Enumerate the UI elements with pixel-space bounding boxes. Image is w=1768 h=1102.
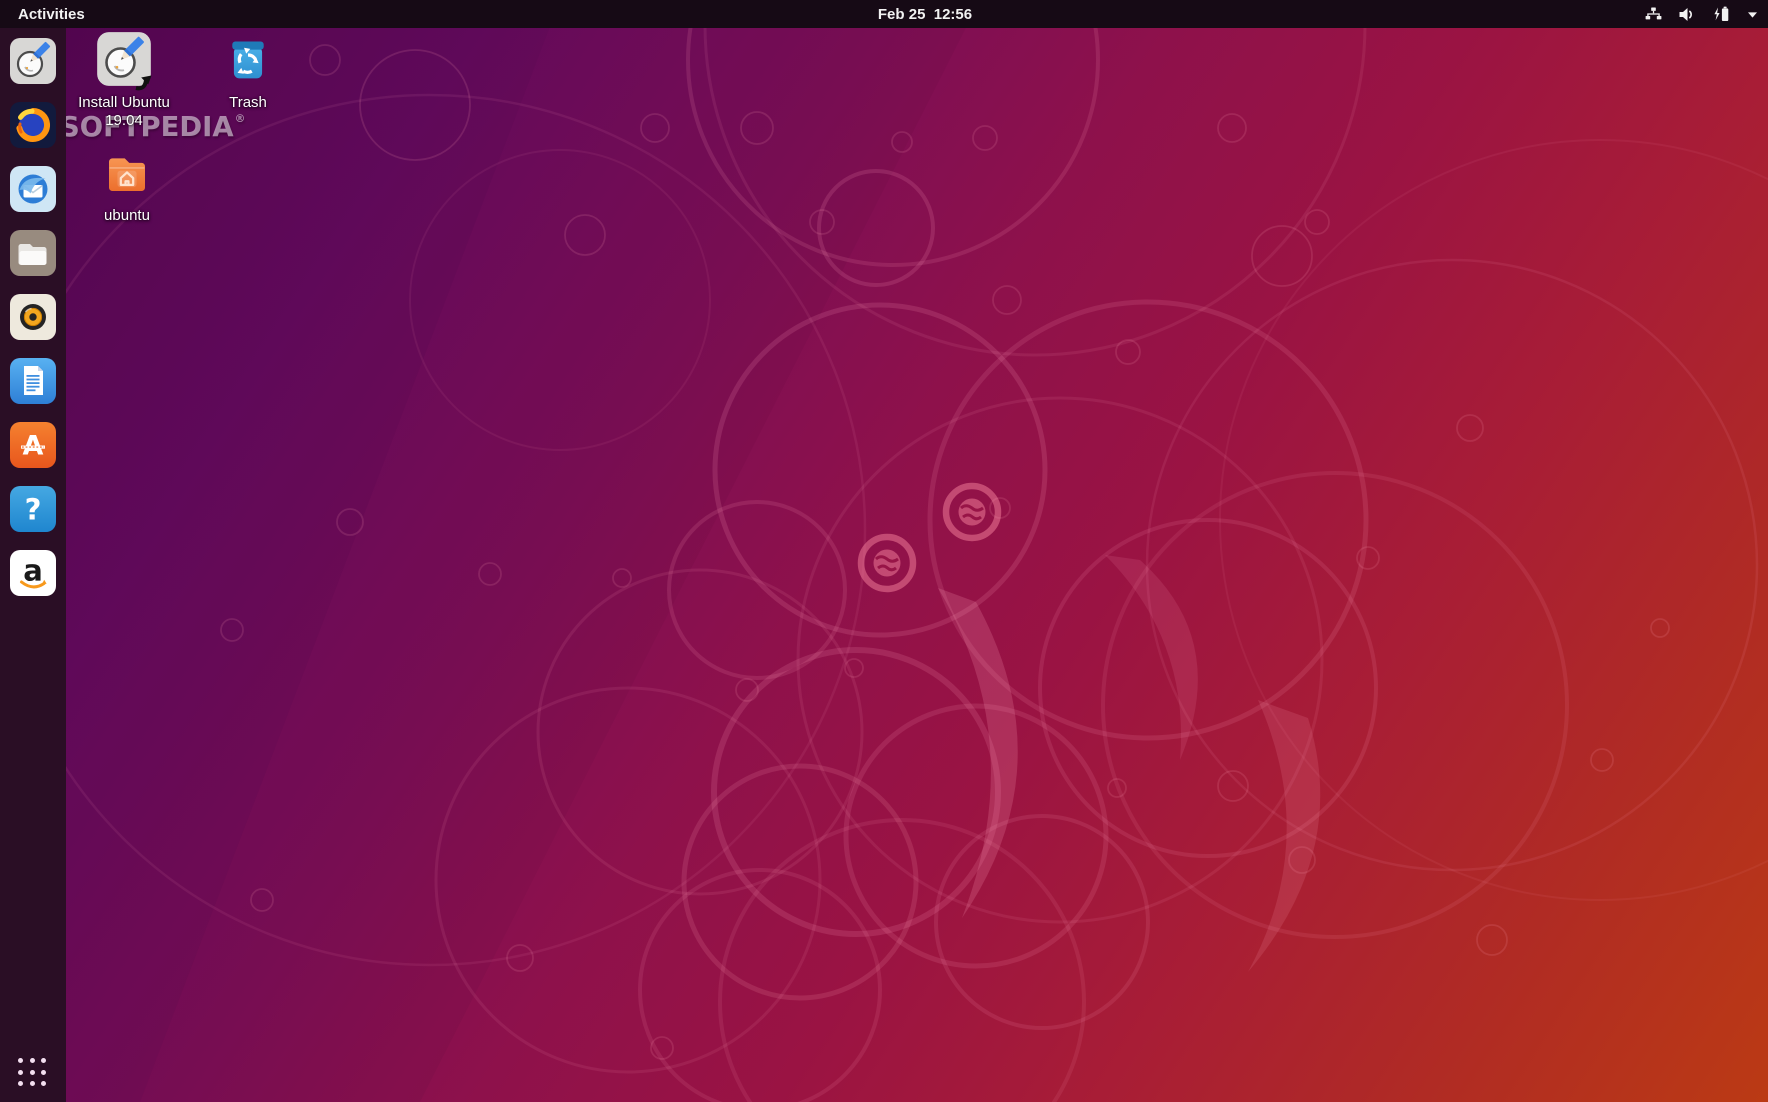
registered-mark: ® bbox=[235, 112, 246, 125]
dock-item-ubuntu-software[interactable] bbox=[9, 421, 57, 469]
network-icon bbox=[1644, 7, 1663, 22]
dock-item-libreoffice-writer[interactable] bbox=[9, 357, 57, 405]
desktop-icon-install-ubuntu[interactable]: Install Ubuntu 19.04 bbox=[66, 31, 182, 129]
show-applications-button[interactable] bbox=[18, 1058, 48, 1088]
volume-icon bbox=[1678, 7, 1696, 22]
activities-button[interactable]: Activities bbox=[12, 6, 91, 23]
dock-item-files[interactable] bbox=[9, 229, 57, 277]
top-bar: Activities Feb 25 12:56 bbox=[0, 0, 1768, 28]
desktop-icon-label: Install Ubuntu bbox=[78, 94, 170, 111]
trash-icon bbox=[222, 35, 274, 91]
dock-item-ubiquity-installer[interactable] bbox=[9, 37, 57, 85]
clock-button[interactable]: Feb 25 12:56 bbox=[878, 6, 972, 23]
dock-item-amazon[interactable] bbox=[9, 549, 57, 597]
chevron-down-icon bbox=[1747, 10, 1758, 19]
desktop[interactable] bbox=[0, 0, 1768, 1102]
desktop-icon-home-folder[interactable]: ubuntu bbox=[69, 146, 185, 225]
ubiquity-installer-icon bbox=[96, 31, 152, 91]
desktop-icon-label-line2: 19.04 bbox=[105, 112, 143, 129]
dock-item-help[interactable] bbox=[9, 485, 57, 533]
home-folder-icon bbox=[100, 146, 154, 204]
desktop-icon-label: Trash bbox=[229, 94, 267, 111]
dock-item-rhythmbox[interactable] bbox=[9, 293, 57, 341]
desktop-icon-label: ubuntu bbox=[104, 207, 150, 224]
dock bbox=[0, 28, 66, 1102]
dingo-left-eye bbox=[861, 537, 913, 589]
dock-item-thunderbird[interactable] bbox=[9, 165, 57, 213]
dock-item-firefox[interactable] bbox=[9, 101, 57, 149]
launcher-arrow-emblem bbox=[134, 71, 154, 91]
battery-charging-icon bbox=[1711, 6, 1732, 22]
wallpaper-dingo-art bbox=[0, 0, 1768, 1102]
desktop-icon-trash[interactable]: Trash bbox=[190, 35, 306, 112]
system-status-area[interactable] bbox=[1644, 0, 1758, 28]
